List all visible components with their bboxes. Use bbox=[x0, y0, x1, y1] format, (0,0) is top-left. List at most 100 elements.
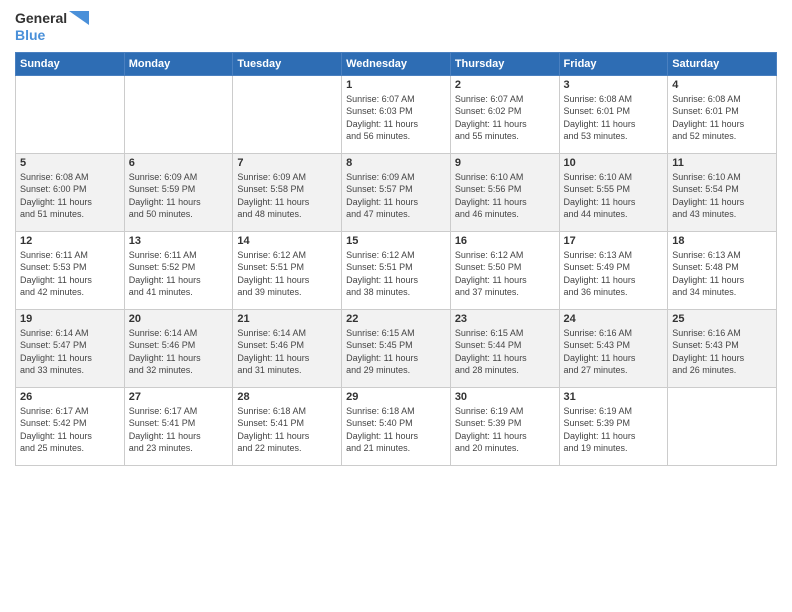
day-info: Sunrise: 6:07 AMSunset: 6:03 PMDaylight:… bbox=[346, 93, 446, 143]
day-info: Sunrise: 6:14 AMSunset: 5:46 PMDaylight:… bbox=[237, 327, 337, 377]
logo: General Blue bbox=[15, 10, 89, 44]
day-number: 12 bbox=[20, 235, 120, 247]
day-cell: 25 Sunrise: 6:16 AMSunset: 5:43 PMDayligh… bbox=[668, 309, 777, 387]
day-cell: 10Sunrise: 6:10 AMSunset: 5:55 PMDayligh… bbox=[559, 153, 668, 231]
day-info: Sunrise: 6:18 AMSunset: 5:40 PMDaylight:… bbox=[346, 405, 446, 455]
day-cell: 31Sunrise: 6:19 AMSunset: 5:39 PMDayligh… bbox=[559, 387, 668, 465]
day-number: 25 bbox=[672, 313, 772, 325]
day-number: 7 bbox=[237, 157, 337, 169]
day-number: 23 bbox=[455, 313, 555, 325]
week-row-0: 1 Sunrise: 6:07 AMSunset: 6:03 PMDaylight… bbox=[16, 75, 777, 153]
day-cell: 27 Sunrise: 6:17 AMSunset: 5:41 PMDayligh… bbox=[124, 387, 233, 465]
day-info: Sunrise: 6:17 AMSunset: 5:41 PMDaylight:… bbox=[129, 405, 229, 455]
day-cell: 22 Sunrise: 6:15 AMSunset: 5:45 PMDayligh… bbox=[342, 309, 451, 387]
day-cell: 24Sunrise: 6:16 AMSunset: 5:43 PMDayligh… bbox=[559, 309, 668, 387]
day-header-wednesday: Wednesday bbox=[342, 52, 451, 75]
week-row-4: 26 Sunrise: 6:17 AMSunset: 5:42 PMDayligh… bbox=[16, 387, 777, 465]
day-info: Sunrise: 6:13 AMSunset: 5:49 PMDaylight:… bbox=[564, 249, 664, 299]
day-cell bbox=[668, 387, 777, 465]
day-number: 27 bbox=[129, 391, 229, 403]
day-info: Sunrise: 6:16 AMSunset: 5:43 PMDaylight:… bbox=[672, 327, 772, 377]
day-info: Sunrise: 6:12 AMSunset: 5:51 PMDaylight:… bbox=[346, 249, 446, 299]
day-number: 3 bbox=[564, 79, 664, 91]
header-row: SundayMondayTuesdayWednesdayThursdayFrid… bbox=[16, 52, 777, 75]
day-cell: 18 Sunrise: 6:13 AMSunset: 5:48 PMDayligh… bbox=[668, 231, 777, 309]
logo-blue: Blue bbox=[15, 27, 89, 44]
day-cell: 23 Sunrise: 6:15 AMSunset: 5:44 PMDayligh… bbox=[450, 309, 559, 387]
logo-general: General bbox=[15, 10, 67, 27]
day-info: Sunrise: 6:11 AMSunset: 5:52 PMDaylight:… bbox=[129, 249, 229, 299]
day-cell: 30 Sunrise: 6:19 AMSunset: 5:39 PMDayligh… bbox=[450, 387, 559, 465]
day-cell: 4Sunrise: 6:08 AMSunset: 6:01 PMDaylight… bbox=[668, 75, 777, 153]
day-number: 14 bbox=[237, 235, 337, 247]
day-number: 15 bbox=[346, 235, 446, 247]
day-number: 29 bbox=[346, 391, 446, 403]
day-number: 16 bbox=[455, 235, 555, 247]
week-row-2: 12 Sunrise: 6:11 AMSunset: 5:53 PMDayligh… bbox=[16, 231, 777, 309]
day-info: Sunrise: 6:12 AMSunset: 5:51 PMDaylight:… bbox=[237, 249, 337, 299]
day-info: Sunrise: 6:08 AMSunset: 6:00 PMDaylight:… bbox=[20, 171, 120, 221]
day-info: Sunrise: 6:13 AMSunset: 5:48 PMDaylight:… bbox=[672, 249, 772, 299]
day-number: 30 bbox=[455, 391, 555, 403]
day-cell: 7 Sunrise: 6:09 AMSunset: 5:58 PMDaylight… bbox=[233, 153, 342, 231]
day-header-tuesday: Tuesday bbox=[233, 52, 342, 75]
day-cell: 14 Sunrise: 6:12 AMSunset: 5:51 PMDayligh… bbox=[233, 231, 342, 309]
day-cell: 3 Sunrise: 6:08 AMSunset: 6:01 PMDaylight… bbox=[559, 75, 668, 153]
day-cell: 21 Sunrise: 6:14 AMSunset: 5:46 PMDayligh… bbox=[233, 309, 342, 387]
day-number: 22 bbox=[346, 313, 446, 325]
day-info: Sunrise: 6:10 AMSunset: 5:54 PMDaylight:… bbox=[672, 171, 772, 221]
day-cell: 20 Sunrise: 6:14 AMSunset: 5:46 PMDayligh… bbox=[124, 309, 233, 387]
day-info: Sunrise: 6:14 AMSunset: 5:47 PMDaylight:… bbox=[20, 327, 120, 377]
day-info: Sunrise: 6:07 AMSunset: 6:02 PMDaylight:… bbox=[455, 93, 555, 143]
day-info: Sunrise: 6:17 AMSunset: 5:42 PMDaylight:… bbox=[20, 405, 120, 455]
day-number: 28 bbox=[237, 391, 337, 403]
day-number: 26 bbox=[20, 391, 120, 403]
day-cell: 17 Sunrise: 6:13 AMSunset: 5:49 PMDayligh… bbox=[559, 231, 668, 309]
day-number: 17 bbox=[564, 235, 664, 247]
day-info: Sunrise: 6:11 AMSunset: 5:53 PMDaylight:… bbox=[20, 249, 120, 299]
day-cell bbox=[233, 75, 342, 153]
day-info: Sunrise: 6:14 AMSunset: 5:46 PMDaylight:… bbox=[129, 327, 229, 377]
day-number: 19 bbox=[20, 313, 120, 325]
day-number: 5 bbox=[20, 157, 120, 169]
day-info: Sunrise: 6:09 AMSunset: 5:57 PMDaylight:… bbox=[346, 171, 446, 221]
calendar-container: General Blue SundayMondayTuesdayWednesda… bbox=[0, 0, 792, 612]
day-cell: 12 Sunrise: 6:11 AMSunset: 5:53 PMDayligh… bbox=[16, 231, 125, 309]
day-number: 18 bbox=[672, 235, 772, 247]
day-header-sunday: Sunday bbox=[16, 52, 125, 75]
day-cell: 9 Sunrise: 6:10 AMSunset: 5:56 PMDaylight… bbox=[450, 153, 559, 231]
day-cell: 26 Sunrise: 6:17 AMSunset: 5:42 PMDayligh… bbox=[16, 387, 125, 465]
day-cell bbox=[16, 75, 125, 153]
day-cell: 29 Sunrise: 6:18 AMSunset: 5:40 PMDayligh… bbox=[342, 387, 451, 465]
day-number: 4 bbox=[672, 79, 772, 91]
day-number: 9 bbox=[455, 157, 555, 169]
day-number: 11 bbox=[672, 157, 772, 169]
day-info: Sunrise: 6:15 AMSunset: 5:44 PMDaylight:… bbox=[455, 327, 555, 377]
logo-text: General Blue bbox=[15, 10, 89, 44]
day-info: Sunrise: 6:15 AMSunset: 5:45 PMDaylight:… bbox=[346, 327, 446, 377]
day-cell: 2Sunrise: 6:07 AMSunset: 6:02 PMDaylight… bbox=[450, 75, 559, 153]
day-cell: 8 Sunrise: 6:09 AMSunset: 5:57 PMDaylight… bbox=[342, 153, 451, 231]
day-cell: 13Sunrise: 6:11 AMSunset: 5:52 PMDayligh… bbox=[124, 231, 233, 309]
header: General Blue bbox=[15, 10, 777, 44]
day-cell: 1 Sunrise: 6:07 AMSunset: 6:03 PMDaylight… bbox=[342, 75, 451, 153]
day-number: 1 bbox=[346, 79, 446, 91]
logo-arrow-icon bbox=[69, 11, 89, 25]
day-cell: 28Sunrise: 6:18 AMSunset: 5:41 PMDayligh… bbox=[233, 387, 342, 465]
day-cell: 15 Sunrise: 6:12 AMSunset: 5:51 PMDayligh… bbox=[342, 231, 451, 309]
day-number: 20 bbox=[129, 313, 229, 325]
day-info: Sunrise: 6:10 AMSunset: 5:55 PMDaylight:… bbox=[564, 171, 664, 221]
day-info: Sunrise: 6:19 AMSunset: 5:39 PMDaylight:… bbox=[455, 405, 555, 455]
day-info: Sunrise: 6:10 AMSunset: 5:56 PMDaylight:… bbox=[455, 171, 555, 221]
day-cell: 5 Sunrise: 6:08 AMSunset: 6:00 PMDaylight… bbox=[16, 153, 125, 231]
day-info: Sunrise: 6:09 AMSunset: 5:58 PMDaylight:… bbox=[237, 171, 337, 221]
day-number: 31 bbox=[564, 391, 664, 403]
day-number: 21 bbox=[237, 313, 337, 325]
day-info: Sunrise: 6:08 AMSunset: 6:01 PMDaylight:… bbox=[564, 93, 664, 143]
day-number: 24 bbox=[564, 313, 664, 325]
day-cell bbox=[124, 75, 233, 153]
day-number: 8 bbox=[346, 157, 446, 169]
day-header-monday: Monday bbox=[124, 52, 233, 75]
day-number: 6 bbox=[129, 157, 229, 169]
day-cell: 16Sunrise: 6:12 AMSunset: 5:50 PMDayligh… bbox=[450, 231, 559, 309]
